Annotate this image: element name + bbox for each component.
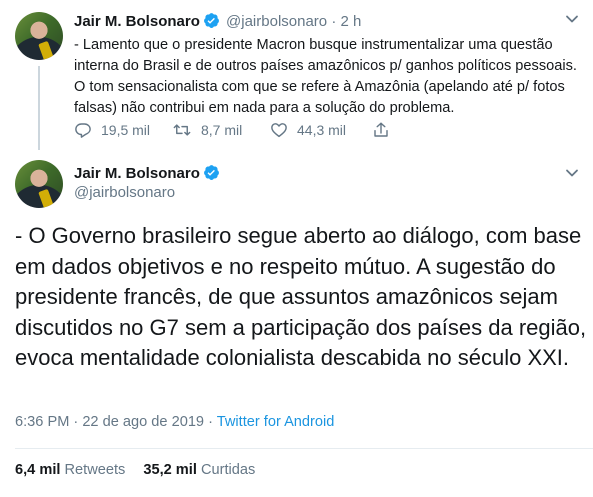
tweet-timestamp[interactable]: 6:36 PM · 22 de ago de 2019 ·: [15, 414, 213, 430]
author-handle[interactable]: @jairbolsonaro: [74, 184, 175, 201]
author-name[interactable]: Jair M. Bolsonaro: [74, 13, 200, 30]
avatar[interactable]: [15, 160, 63, 208]
retweets-stat-label: Retweets: [64, 462, 126, 478]
likes-stat[interactable]: 35,2 mil Curtidas: [143, 462, 255, 478]
retweet-icon: [173, 124, 191, 136]
retweet-button[interactable]: 8,7 mil: [172, 121, 270, 139]
chevron-down-icon[interactable]: [565, 12, 579, 26]
like-button[interactable]: 44,3 mil: [270, 121, 372, 139]
tweet-text: - Lamento que o presidente Macron busque…: [74, 37, 577, 116]
share-button[interactable]: [372, 121, 399, 139]
tweet-meta: 6:36 PM · 22 de ago de 2019 · Twitter fo…: [15, 414, 334, 430]
likes-stat-count: 35,2 mil: [143, 462, 197, 478]
tweet-actions: 19,5 mil 8,7 mil 44,3 mil: [74, 120, 399, 140]
verified-badge-icon: [203, 12, 220, 33]
tweet-source-link[interactable]: Twitter for Android: [217, 414, 335, 430]
chevron-down-icon[interactable]: [565, 166, 579, 180]
tweet-text: - O Governo brasileiro segue aberto ao d…: [15, 223, 587, 371]
separator-dot: ·: [331, 13, 337, 30]
author-handle[interactable]: @jairbolsonaro: [226, 13, 327, 30]
reply-icon: [75, 123, 91, 138]
tweet-stats: 6,4 mil Retweets 35,2 mil Curtidas: [15, 462, 255, 478]
share-icon: [374, 122, 388, 137]
thread-connector-line: [38, 66, 40, 150]
divider: [15, 448, 593, 449]
likes-stat-label: Curtidas: [200, 462, 256, 478]
tweet-time[interactable]: 2 h: [341, 13, 362, 30]
avatar[interactable]: [15, 12, 63, 60]
retweets-stat[interactable]: 6,4 mil Retweets: [15, 462, 125, 478]
like-count: 44,3 mil: [297, 122, 347, 138]
verified-badge-icon: [203, 164, 220, 185]
retweets-stat-count: 6,4 mil: [15, 462, 61, 478]
tweet-header: Jair M. Bolsonaro @jairbolsonaro · 2 h: [74, 12, 361, 33]
reply-button[interactable]: 19,5 mil: [74, 121, 172, 139]
tweet-header: Jair M. Bolsonaro: [74, 164, 222, 185]
heart-icon: [271, 123, 287, 138]
reply-count: 19,5 mil: [101, 122, 151, 138]
retweet-count: 8,7 mil: [201, 122, 243, 138]
author-name[interactable]: Jair M. Bolsonaro: [74, 165, 200, 182]
